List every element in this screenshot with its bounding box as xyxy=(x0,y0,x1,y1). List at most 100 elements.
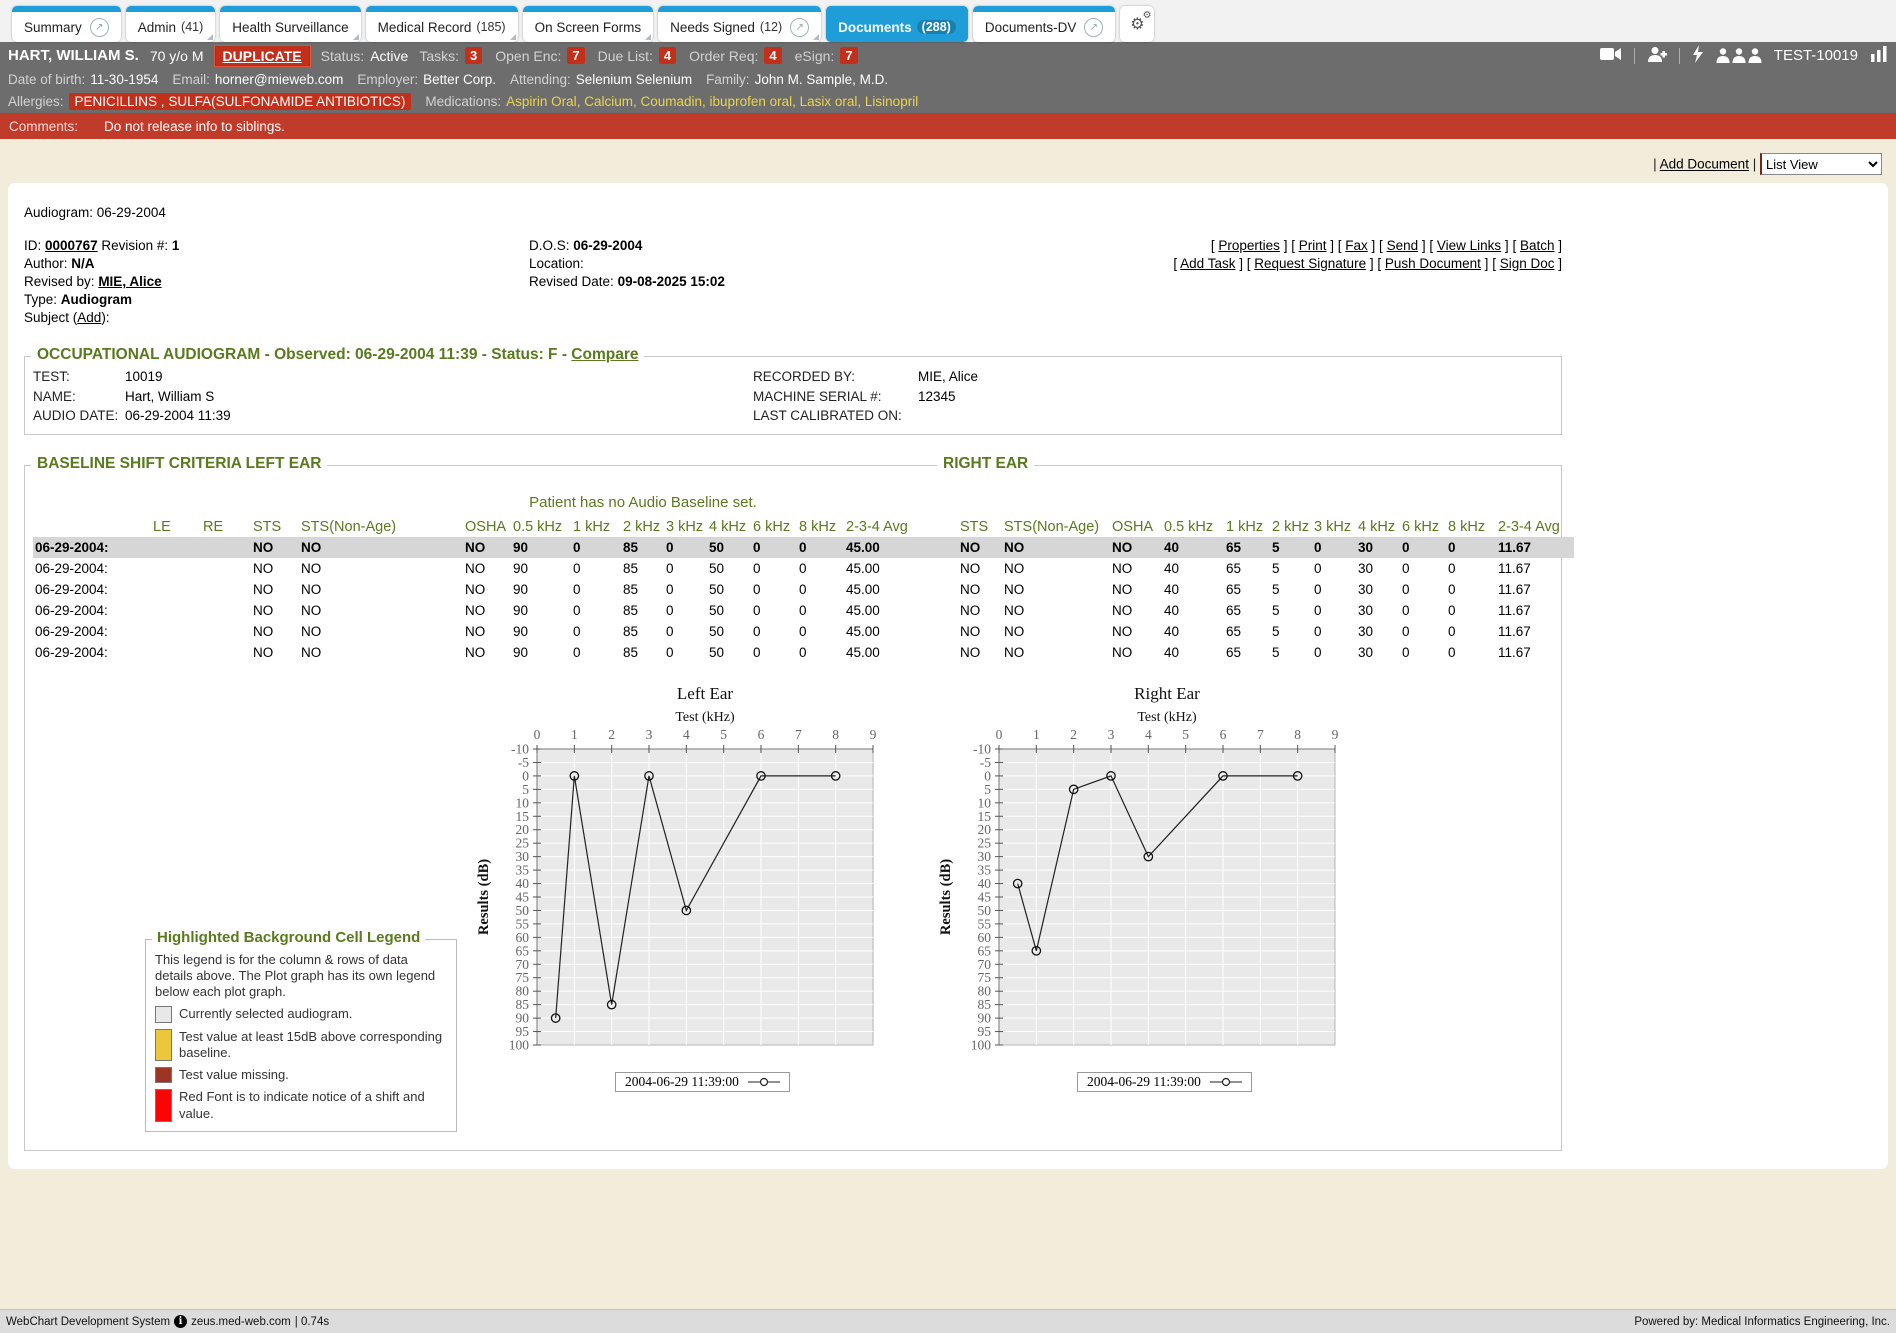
separator: | xyxy=(1653,157,1657,172)
comments-bar: Comments: Do not release info to sibling… xyxy=(0,113,1896,139)
medication-link[interactable]: Coumadin xyxy=(640,94,702,109)
action-link-add-task[interactable]: Add Task xyxy=(1180,256,1235,271)
counter-badge[interactable]: 4 xyxy=(764,47,781,64)
settings-button[interactable]: ⚙⚙ xyxy=(1120,6,1154,42)
counter-badge[interactable]: 7 xyxy=(840,47,857,64)
cell-value: 0 xyxy=(797,642,844,663)
footer-powered-by: Powered by: Medical Informatics Engineer… xyxy=(1634,1316,1890,1328)
counter-due-list-: Due List:4 xyxy=(598,47,676,64)
counter-badge[interactable]: 7 xyxy=(567,47,584,64)
cell-value: NO xyxy=(1002,600,1110,621)
add-person-icon[interactable] xyxy=(1647,47,1667,65)
detail-value: horner@mieweb.com xyxy=(215,72,344,87)
action-bracket: [ Batch ] xyxy=(1512,238,1562,253)
cell-value: 11.67 xyxy=(1496,579,1574,600)
column-header: 4 kHz xyxy=(1356,517,1400,537)
right-ear-chart: Right EarTest (kHz)0123456789-10-5051015… xyxy=(935,677,1381,1092)
document-id-link[interactable]: 0000767 xyxy=(45,238,98,253)
cell-value xyxy=(201,558,251,579)
add-document-link[interactable]: Add Document xyxy=(1660,157,1749,172)
action-link-fax[interactable]: Fax xyxy=(1345,238,1368,253)
svg-text:Results (dB): Results (dB) xyxy=(476,858,492,934)
medication-link[interactable]: Aspirin Oral xyxy=(506,94,577,109)
cell-value: 65 xyxy=(1224,537,1270,558)
row-date: 06-29-2004: xyxy=(33,558,151,579)
detail-label: Attending: xyxy=(510,72,571,87)
patient-allergy-row: Allergies: PENICILLINS , SULFA(SULFONAMI… xyxy=(8,90,1888,113)
svg-text:0: 0 xyxy=(996,727,1003,742)
cell-value: NO xyxy=(1110,642,1162,663)
cell-legend-description: This legend is for the column & rows of … xyxy=(155,952,447,1001)
tab-documents[interactable]: Documents(288) xyxy=(826,6,968,42)
action-link-send[interactable]: Send xyxy=(1387,238,1419,253)
open-new-window-icon[interactable]: ↗ xyxy=(90,18,109,37)
tab-needs-signed[interactable]: Needs Signed(12)↗ xyxy=(658,6,821,42)
allergies-badge[interactable]: PENICILLINS , SULFA(SULFONAMIDE ANTIBIOT… xyxy=(69,93,412,110)
row-date: 06-29-2004: xyxy=(33,621,151,642)
chart-series-legend: 2004-06-29 11:39:00 xyxy=(615,1072,790,1092)
lightning-icon[interactable] xyxy=(1692,45,1704,66)
medication-link[interactable]: Lisinopril xyxy=(865,94,918,109)
svg-text:1: 1 xyxy=(1033,727,1040,742)
cell-value: NO xyxy=(463,621,511,642)
cell-value: NO xyxy=(251,537,299,558)
action-link-push-document[interactable]: Push Document xyxy=(1385,256,1481,271)
video-camera-icon[interactable] xyxy=(1600,47,1622,64)
tab-on-screen-forms[interactable]: On Screen Forms xyxy=(523,6,654,42)
cell-value: NO xyxy=(251,579,299,600)
cell-value: 0 xyxy=(1446,600,1496,621)
counter-badge[interactable]: 4 xyxy=(659,47,676,64)
action-link-print[interactable]: Print xyxy=(1299,238,1327,253)
cell-value: 90 xyxy=(511,600,571,621)
left-ear-plot: Left EarTest (kHz)0123456789-10-50510152… xyxy=(473,677,919,1059)
medication-link[interactable]: Calcium xyxy=(584,94,633,109)
view-select[interactable]: List View xyxy=(1760,153,1882,175)
column-header: 2-3-4 Avg xyxy=(1496,517,1574,537)
cell-value: 0 xyxy=(1400,579,1446,600)
series-date: 2004-06-29 11:39:00 xyxy=(625,1074,739,1090)
action-link-request-signature[interactable]: Request Signature xyxy=(1254,256,1366,271)
series-date: 2004-06-29 11:39:00 xyxy=(1087,1074,1201,1090)
tab-summary[interactable]: Summary↗ xyxy=(12,6,121,42)
cell-value: 45.00 xyxy=(844,537,932,558)
left-ear-section-title: BASELINE SHIFT CRITERIA LEFT EAR xyxy=(31,455,327,473)
cell-value: 30 xyxy=(1356,600,1400,621)
medication-link[interactable]: Lasix oral xyxy=(800,94,858,109)
subject-add-link[interactable]: Add xyxy=(77,310,101,325)
open-new-window-icon[interactable]: ↗ xyxy=(1084,18,1103,37)
counter-badge[interactable]: 3 xyxy=(465,47,482,64)
medication-link[interactable]: ibuprofen oral xyxy=(710,94,793,109)
action-link-batch[interactable]: Batch xyxy=(1520,238,1555,253)
open-new-window-icon[interactable]: ↗ xyxy=(790,18,809,37)
action-link-view-links[interactable]: View Links xyxy=(1437,238,1501,253)
tab-label: Medical Record xyxy=(378,20,472,35)
svg-text:9: 9 xyxy=(1332,727,1339,742)
chart-id: TEST-10019 xyxy=(1774,47,1858,64)
cell-value: 0 xyxy=(664,579,707,600)
action-link-sign-doc[interactable]: Sign Doc xyxy=(1500,256,1555,271)
revised-by-link[interactable]: MIE, Alice xyxy=(98,274,161,289)
tab-documents-dv[interactable]: Documents-DV↗ xyxy=(973,6,1116,42)
cell-value: 11.67 xyxy=(1496,600,1574,621)
compare-link[interactable]: Compare xyxy=(571,346,638,363)
action-link-properties[interactable]: Properties xyxy=(1218,238,1280,253)
tab-health-surveillance[interactable]: Health Surveillance xyxy=(220,6,360,42)
cell-value: 30 xyxy=(1356,621,1400,642)
cell-value: 45.00 xyxy=(844,642,932,663)
revision-label: Revision #: xyxy=(101,238,168,253)
column-header: 3 kHz xyxy=(664,517,707,537)
chart-bars-icon[interactable] xyxy=(1870,46,1888,65)
tab-medical-record[interactable]: Medical Record(185) xyxy=(366,6,518,42)
column-header: 6 kHz xyxy=(1400,517,1446,537)
type-value: Audiogram xyxy=(61,292,132,307)
cell-value: 0 xyxy=(1446,621,1496,642)
detail-email-: Email:horner@mieweb.com xyxy=(172,72,343,87)
column-header: LE xyxy=(151,517,201,537)
tab-admin[interactable]: Admin(41) xyxy=(126,6,216,42)
cell-value: 85 xyxy=(621,579,664,600)
medications-label: Medications: xyxy=(425,94,501,109)
svg-text:6: 6 xyxy=(758,727,765,742)
people-icon[interactable] xyxy=(1716,48,1762,63)
info-icon[interactable]: i xyxy=(174,1315,187,1328)
duplicate-flag[interactable]: DUPLICATE xyxy=(215,46,310,66)
